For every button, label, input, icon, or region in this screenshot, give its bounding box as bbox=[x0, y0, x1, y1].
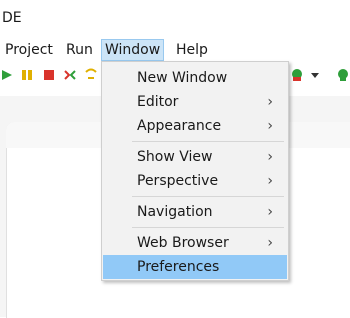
menu-item-label: Appearance bbox=[137, 118, 222, 134]
suspend-icon[interactable] bbox=[20, 68, 34, 82]
window-menu-dropdown: New Window Editor › Appearance › Show Vi… bbox=[101, 61, 289, 281]
menu-item-preferences[interactable]: Preferences bbox=[103, 255, 287, 279]
new-java-class-icon[interactable] bbox=[290, 68, 304, 82]
menu-item-label: Preferences bbox=[137, 259, 220, 275]
menu-item-label: New Window bbox=[137, 70, 228, 86]
new-package-icon[interactable] bbox=[336, 68, 350, 82]
menu-project[interactable]: Project bbox=[2, 40, 56, 60]
submenu-arrow-icon: › bbox=[267, 173, 273, 189]
window-title: DE bbox=[2, 10, 22, 26]
menu-item-web-browser[interactable]: Web Browser › bbox=[103, 231, 287, 255]
menu-separator bbox=[132, 141, 284, 142]
menu-window[interactable]: Window bbox=[101, 39, 165, 61]
menu-separator bbox=[132, 227, 284, 228]
menu-item-label: Perspective bbox=[137, 173, 219, 189]
menu-item-perspective[interactable]: Perspective › bbox=[103, 169, 287, 193]
menu-separator bbox=[132, 196, 284, 197]
menu-run[interactable]: Run bbox=[63, 40, 96, 60]
menu-item-label: Navigation bbox=[137, 204, 213, 220]
menu-item-label: Show View bbox=[137, 149, 213, 165]
title-bar: DE bbox=[0, 0, 350, 36]
submenu-arrow-icon: › bbox=[267, 235, 273, 251]
menu-item-new-window[interactable]: New Window bbox=[103, 66, 287, 90]
disconnect-icon[interactable] bbox=[63, 68, 77, 82]
submenu-arrow-icon: › bbox=[267, 204, 273, 220]
menu-item-editor[interactable]: Editor › bbox=[103, 90, 287, 114]
menu-item-show-view[interactable]: Show View › bbox=[103, 145, 287, 169]
terminate-icon[interactable] bbox=[42, 68, 56, 82]
menu-item-appearance[interactable]: Appearance › bbox=[103, 114, 287, 138]
menu-item-label: Web Browser bbox=[137, 235, 229, 251]
menu-help[interactable]: Help bbox=[173, 40, 211, 60]
run-icon[interactable] bbox=[0, 68, 14, 82]
dropdown-arrow-icon[interactable] bbox=[308, 68, 322, 82]
step-icon[interactable] bbox=[84, 68, 98, 82]
menu-item-label: Editor bbox=[137, 94, 179, 110]
submenu-arrow-icon: › bbox=[267, 149, 273, 165]
menu-bar: Project Run Window Help bbox=[0, 38, 350, 62]
submenu-arrow-icon: › bbox=[267, 118, 273, 134]
menu-item-navigation[interactable]: Navigation › bbox=[103, 200, 287, 224]
submenu-arrow-icon: › bbox=[267, 94, 273, 110]
